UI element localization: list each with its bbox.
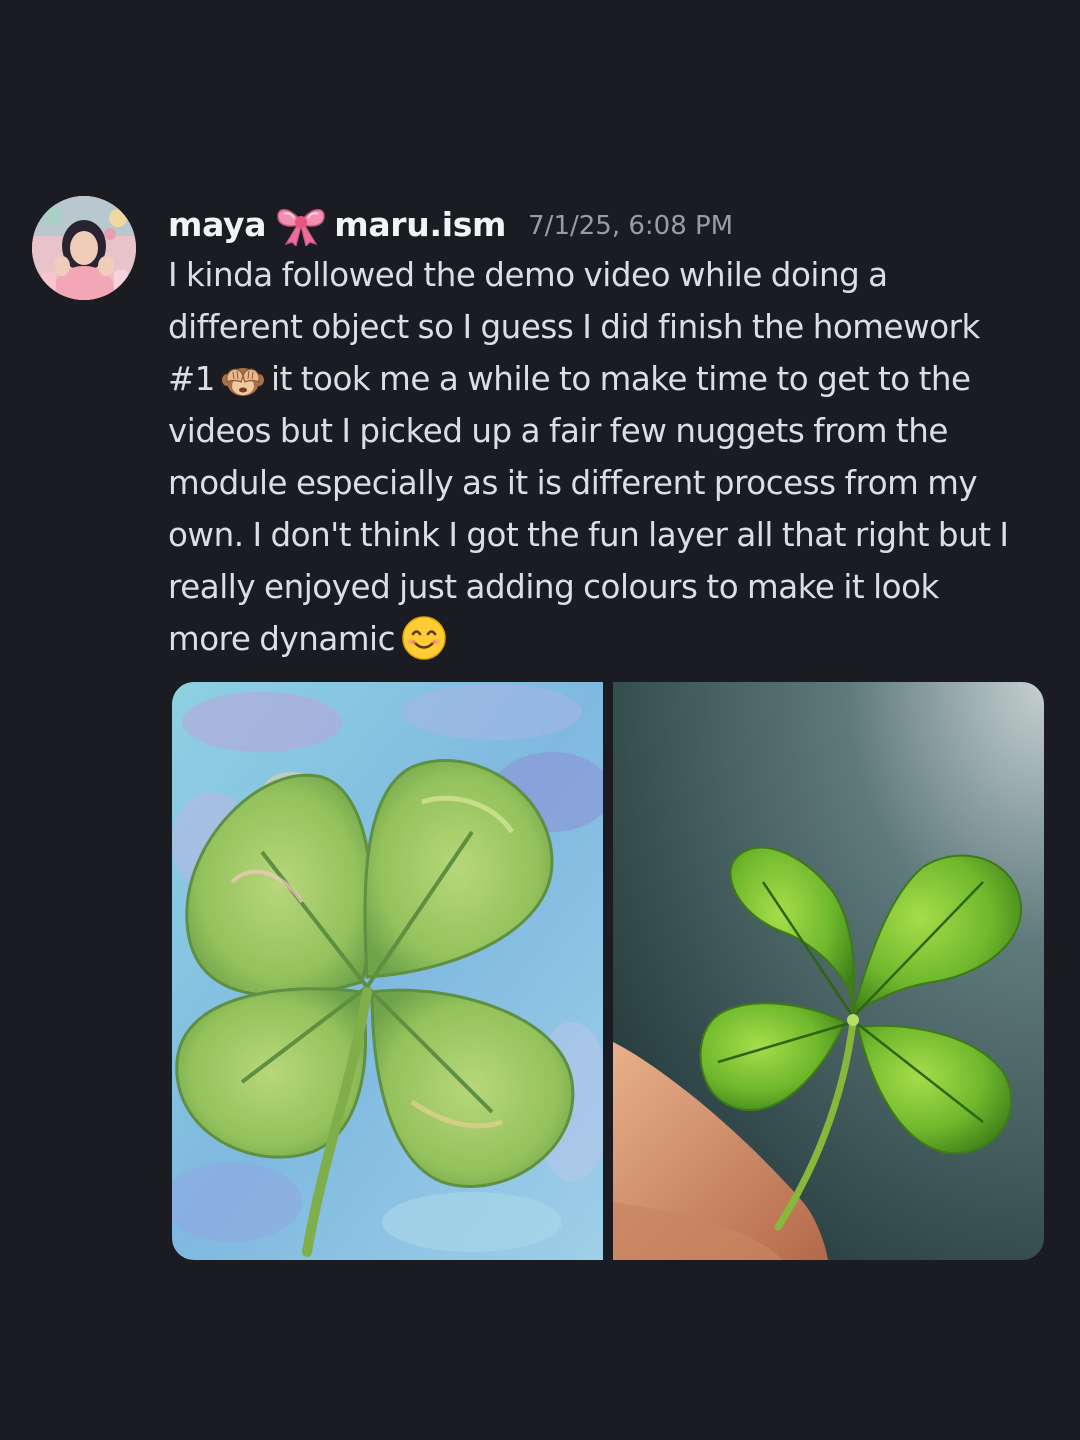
message-text: it took me a while to make time to get t… — [271, 360, 971, 398]
see-no-evil-monkey-icon — [221, 358, 265, 398]
message-line: different object so I guess I did finish… — [168, 308, 980, 346]
message-text: #1 — [168, 360, 216, 398]
author-display-name[interactable]: maya — [168, 205, 267, 244]
message-line: more dynamic — [168, 613, 1058, 665]
message-line: I kinda followed the demo video while do… — [168, 256, 888, 294]
message-line: own. I don't think I got the fun layer a… — [168, 516, 1009, 554]
user-avatar[interactable] — [32, 196, 136, 300]
message-line: #1 it took me a while to make time to ge… — [168, 353, 1058, 405]
four-leaf-clover-painting[interactable] — [172, 682, 603, 1260]
message-text: more dynamic — [168, 620, 396, 658]
message-header: maya maru.ism 7/1/25, 6:08 PM — [168, 200, 733, 248]
message-line: really enjoyed just adding colours to ma… — [168, 568, 939, 606]
message-line: videos but I picked up a fair few nugget… — [168, 412, 948, 450]
message-timestamp: 7/1/25, 6:08 PM — [528, 211, 734, 241]
message-content: I kinda followed the demo video while do… — [168, 249, 1058, 665]
four-leaf-clover-photo[interactable] — [613, 682, 1044, 1260]
chat-message: maya maru.ism 7/1/25, 6:08 PM I kinda fo… — [0, 0, 1080, 1440]
author-handle[interactable]: maru.ism — [334, 205, 506, 244]
message-line: module especially as it is different pro… — [168, 464, 978, 502]
ribbon-bow-icon — [274, 202, 328, 246]
smiling-face-icon — [401, 615, 447, 661]
image-attachments — [172, 682, 1044, 1260]
